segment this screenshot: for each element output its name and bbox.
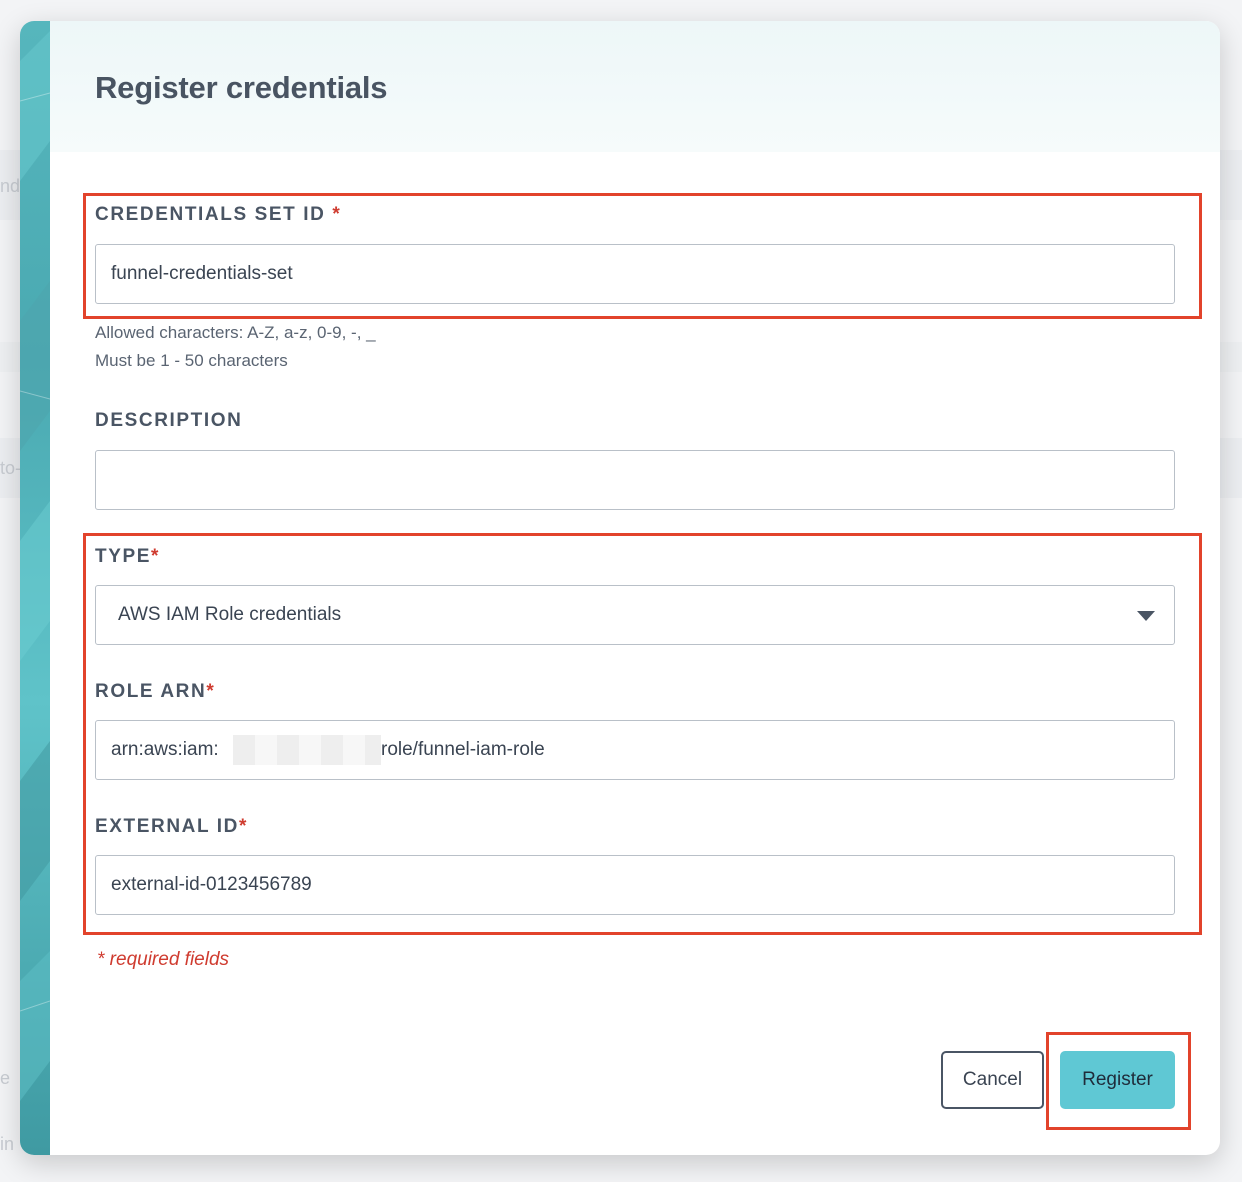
redacted-account-id — [233, 735, 381, 765]
cancel-button[interactable]: Cancel — [941, 1051, 1044, 1109]
external-id-label: EXTERNAL ID* — [95, 816, 248, 838]
required-fields-note: * required fields — [97, 949, 230, 970]
credentials-set-id-label-text: CREDENTIALS SET ID — [95, 204, 326, 225]
decorative-side-strip — [20, 21, 50, 1155]
external-id-label-text: EXTERNAL ID — [95, 816, 239, 837]
external-id-input[interactable] — [95, 855, 1175, 915]
description-input[interactable] — [95, 450, 1175, 510]
background-text: e — [0, 1068, 11, 1088]
register-button[interactable]: Register — [1060, 1051, 1175, 1109]
credentials-set-id-label: CREDENTIALS SET ID * — [95, 204, 341, 226]
type-label-text: TYPE — [95, 546, 152, 567]
background-text: nd — [0, 176, 21, 196]
required-asterisk: * — [325, 204, 342, 225]
credentials-set-id-input[interactable] — [95, 244, 1175, 304]
background-text: in — [0, 1134, 15, 1154]
register-credentials-modal: Register credentials CREDENTIALS SET ID … — [20, 21, 1220, 1155]
type-label: TYPE* — [95, 546, 160, 568]
background-text: to- — [0, 458, 22, 478]
role-arn-prefix: arn:aws:iam: — [111, 739, 219, 760]
role-arn-input[interactable]: arn:aws:iam: role/funnel-iam-role — [95, 720, 1175, 780]
type-select[interactable]: AWS IAM Role credentials — [95, 585, 1175, 645]
chevron-down-icon — [1137, 611, 1155, 621]
role-arn-suffix: role/funnel-iam-role — [381, 739, 545, 760]
length-hint: Must be 1 - 50 characters — [95, 351, 288, 370]
modal-title: Register credentials — [95, 70, 388, 105]
allowed-characters-hint: Allowed characters: A-Z, a-z, 0-9, -, _ — [95, 323, 376, 342]
required-asterisk: * — [151, 546, 161, 567]
description-label: DESCRIPTION — [95, 410, 243, 431]
required-asterisk: * — [238, 816, 248, 837]
role-arn-label-text: ROLE ARN — [95, 681, 207, 702]
type-select-value: AWS IAM Role credentials — [118, 604, 342, 625]
role-arn-label: ROLE ARN* — [95, 681, 215, 703]
required-asterisk: * — [206, 681, 216, 702]
strip-pattern — [20, 31, 50, 1101]
